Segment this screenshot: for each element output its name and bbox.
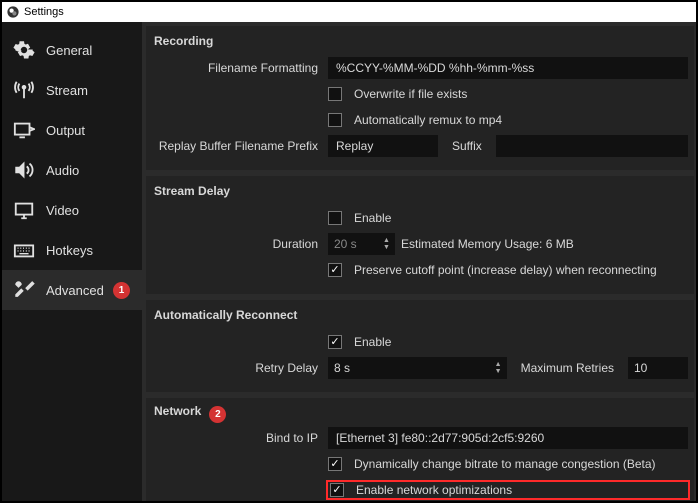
video-icon <box>12 198 36 222</box>
annotation-badge: 1 <box>113 282 130 299</box>
duration-input[interactable] <box>328 237 383 251</box>
sidebar-item-audio[interactable]: Audio <box>2 150 142 190</box>
remux-checkbox[interactable] <box>328 113 342 127</box>
sidebar-item-label: Stream <box>46 83 88 98</box>
stream-delay-enable-checkbox[interactable] <box>328 211 342 225</box>
annotation-badge: 2 <box>209 406 226 423</box>
dynamic-bitrate-checkbox[interactable] <box>328 457 342 471</box>
sidebar-item-label: Video <box>46 203 79 218</box>
retry-delay-spinbox[interactable]: ▲▼ <box>328 357 507 379</box>
network-opts-checkbox[interactable] <box>330 483 344 497</box>
stream-delay-enable-label: Enable <box>354 211 391 225</box>
sidebar-item-label: General <box>46 43 92 58</box>
network-opts-label: Enable network optimizations <box>356 483 512 497</box>
dynamic-bitrate-label: Dynamically change bitrate to manage con… <box>354 457 656 471</box>
keyboard-icon <box>12 238 36 262</box>
section-title: Recording <box>154 34 213 54</box>
section-title: Automatically Reconnect <box>154 308 297 328</box>
sidebar-item-video[interactable]: Video <box>2 190 142 230</box>
section-network: Network 2 Bind to IP [Ethernet 3] fe80::… <box>146 398 694 501</box>
audio-icon <box>12 158 36 182</box>
main-panel: Recording Filename Formatting Overwrite … <box>142 22 696 501</box>
sidebar-item-label: Advanced <box>46 283 104 298</box>
output-icon <box>12 118 36 142</box>
remux-label: Automatically remux to mp4 <box>354 113 502 127</box>
section-stream-delay: Stream Delay Enable Duration ▲▼ <box>146 176 694 294</box>
section-recording: Recording Filename Formatting Overwrite … <box>146 26 694 170</box>
section-title: Stream Delay <box>154 184 230 204</box>
sidebar: General Stream Output Audio <box>2 22 142 501</box>
sidebar-item-label: Audio <box>46 163 79 178</box>
sidebar-item-general[interactable]: General <box>2 30 142 70</box>
max-retries-spinbox[interactable] <box>628 357 688 379</box>
replay-prefix-input[interactable] <box>328 135 438 157</box>
bind-ip-combo[interactable]: [Ethernet 3] fe80::2d77:905d:2cf5:9260 <box>328 427 688 449</box>
preserve-cutoff-checkbox[interactable] <box>328 263 342 277</box>
section-title: Network <box>154 404 201 424</box>
app-icon <box>6 5 20 19</box>
section-auto-reconnect: Automatically Reconnect Enable Retry Del… <box>146 300 694 392</box>
sidebar-item-label: Output <box>46 123 85 138</box>
max-retries-label: Maximum Retries <box>513 361 622 375</box>
preserve-cutoff-label: Preserve cutoff point (increase delay) w… <box>354 263 657 277</box>
bind-ip-label: Bind to IP <box>154 431 328 445</box>
broadcast-icon <box>12 78 36 102</box>
overwrite-checkbox[interactable] <box>328 87 342 101</box>
max-retries-input[interactable] <box>628 361 668 375</box>
retry-delay-input[interactable] <box>328 361 495 375</box>
window-title: Settings <box>24 6 64 18</box>
highlight-box: Enable network optimizations <box>326 480 690 500</box>
reconnect-enable-checkbox[interactable] <box>328 335 342 349</box>
duration-label: Duration <box>154 237 328 251</box>
filename-formatting-label: Filename Formatting <box>154 61 328 75</box>
spin-arrows-icon[interactable]: ▲▼ <box>495 361 507 375</box>
sidebar-item-output[interactable]: Output <box>2 110 142 150</box>
replay-prefix-label: Replay Buffer Filename Prefix <box>154 139 328 153</box>
suffix-label: Suffix <box>444 139 490 153</box>
filename-formatting-input[interactable] <box>328 57 688 79</box>
sidebar-item-advanced[interactable]: Advanced 1 <box>2 270 142 310</box>
sidebar-item-stream[interactable]: Stream <box>2 70 142 110</box>
spin-arrows-icon[interactable]: ▲▼ <box>383 237 395 251</box>
retry-delay-label: Retry Delay <box>154 361 328 375</box>
sidebar-item-label: Hotkeys <box>46 243 93 258</box>
memory-usage-label: Estimated Memory Usage: 6 MB <box>401 237 574 251</box>
gear-icon <box>12 38 36 62</box>
duration-spinbox[interactable]: ▲▼ <box>328 233 395 255</box>
tools-icon <box>12 278 36 302</box>
overwrite-label: Overwrite if file exists <box>354 87 467 101</box>
sidebar-item-hotkeys[interactable]: Hotkeys <box>2 230 142 270</box>
bind-ip-value: [Ethernet 3] fe80::2d77:905d:2cf5:9260 <box>336 431 544 445</box>
replay-suffix-input[interactable] <box>496 135 688 157</box>
reconnect-enable-label: Enable <box>354 335 391 349</box>
